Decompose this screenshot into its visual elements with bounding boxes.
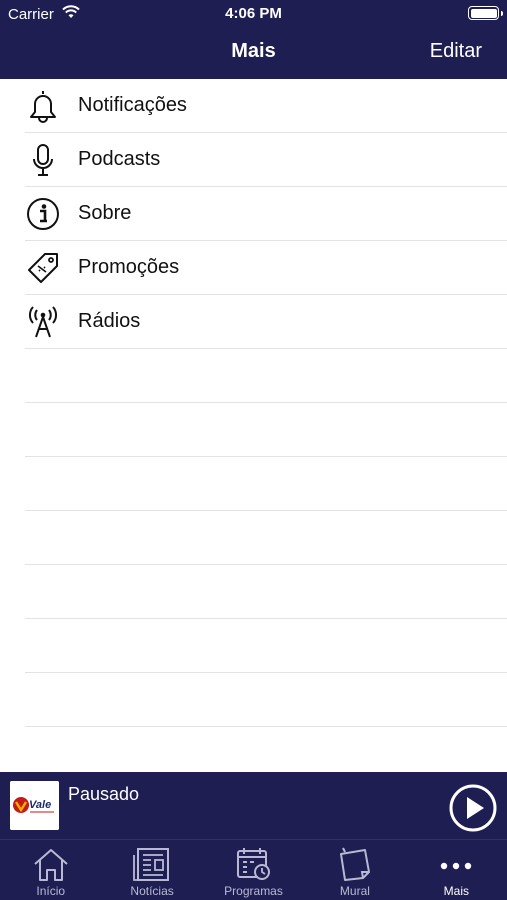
- menu-item-label: Rádios: [78, 310, 141, 332]
- antenna-icon: [29, 306, 57, 338]
- info-icon: [27, 198, 59, 230]
- bell-icon: [30, 91, 56, 123]
- play-icon[interactable]: [448, 783, 498, 833]
- menu-item-sobre[interactable]: Sobre: [25, 187, 507, 241]
- menu-item-notificacoes[interactable]: Notificações: [25, 79, 507, 133]
- empty-row: [25, 457, 507, 511]
- edit-button[interactable]: Editar: [430, 40, 482, 63]
- menu-item-label: Sobre: [78, 202, 132, 224]
- empty-row: [25, 673, 507, 727]
- tab-label: Início: [36, 884, 66, 898]
- tab-label: Mais: [443, 884, 469, 898]
- empty-row: [25, 511, 507, 565]
- menu-item-radios[interactable]: Rádios: [25, 295, 507, 349]
- clock: 4:06 PM: [225, 5, 282, 22]
- navigation-bar: Carrier 4:06 PM Mais Editar: [0, 0, 507, 79]
- station-logo: Vale: [10, 781, 59, 830]
- notes-icon: [339, 847, 370, 881]
- empty-row: [25, 349, 507, 403]
- calendar-clock-icon: [236, 848, 270, 880]
- tab-label: Mural: [339, 884, 370, 898]
- menu-item-label: Notificações: [78, 94, 187, 116]
- tab-bar: Início Notícias Programas Mural Mais: [0, 839, 507, 900]
- tab-mais[interactable]: Mais: [406, 840, 507, 900]
- mini-player[interactable]: Vale Pausado: [0, 772, 507, 839]
- more-menu-list: Notificações Podcasts Sobre Promoções Rá…: [0, 79, 507, 727]
- empty-row: [25, 619, 507, 673]
- menu-item-label: Podcasts: [78, 148, 161, 170]
- tab-label: Programas: [224, 884, 283, 898]
- microphone-icon: [33, 144, 53, 176]
- more-icon: [441, 862, 472, 870]
- tag-icon: [28, 253, 58, 283]
- tab-noticias[interactable]: Notícias: [101, 840, 202, 900]
- menu-item-podcasts[interactable]: Podcasts: [25, 133, 507, 187]
- newspaper-icon: [133, 848, 170, 881]
- menu-item-promocoes[interactable]: Promoções: [25, 241, 507, 295]
- tab-programas[interactable]: Programas: [203, 840, 304, 900]
- menu-item-label: Promoções: [78, 256, 180, 278]
- status-bar: Carrier 4:06 PM: [0, 0, 507, 28]
- empty-row: [25, 565, 507, 619]
- empty-row: [25, 403, 507, 457]
- player-status: Pausado: [68, 784, 140, 804]
- tab-label: Notícias: [130, 884, 174, 898]
- tab-mural[interactable]: Mural: [304, 840, 405, 900]
- home-icon: [34, 849, 68, 881]
- tab-inicio[interactable]: Início: [0, 840, 101, 900]
- svg-text:Vale: Vale: [29, 799, 51, 811]
- battery-icon: [468, 6, 503, 20]
